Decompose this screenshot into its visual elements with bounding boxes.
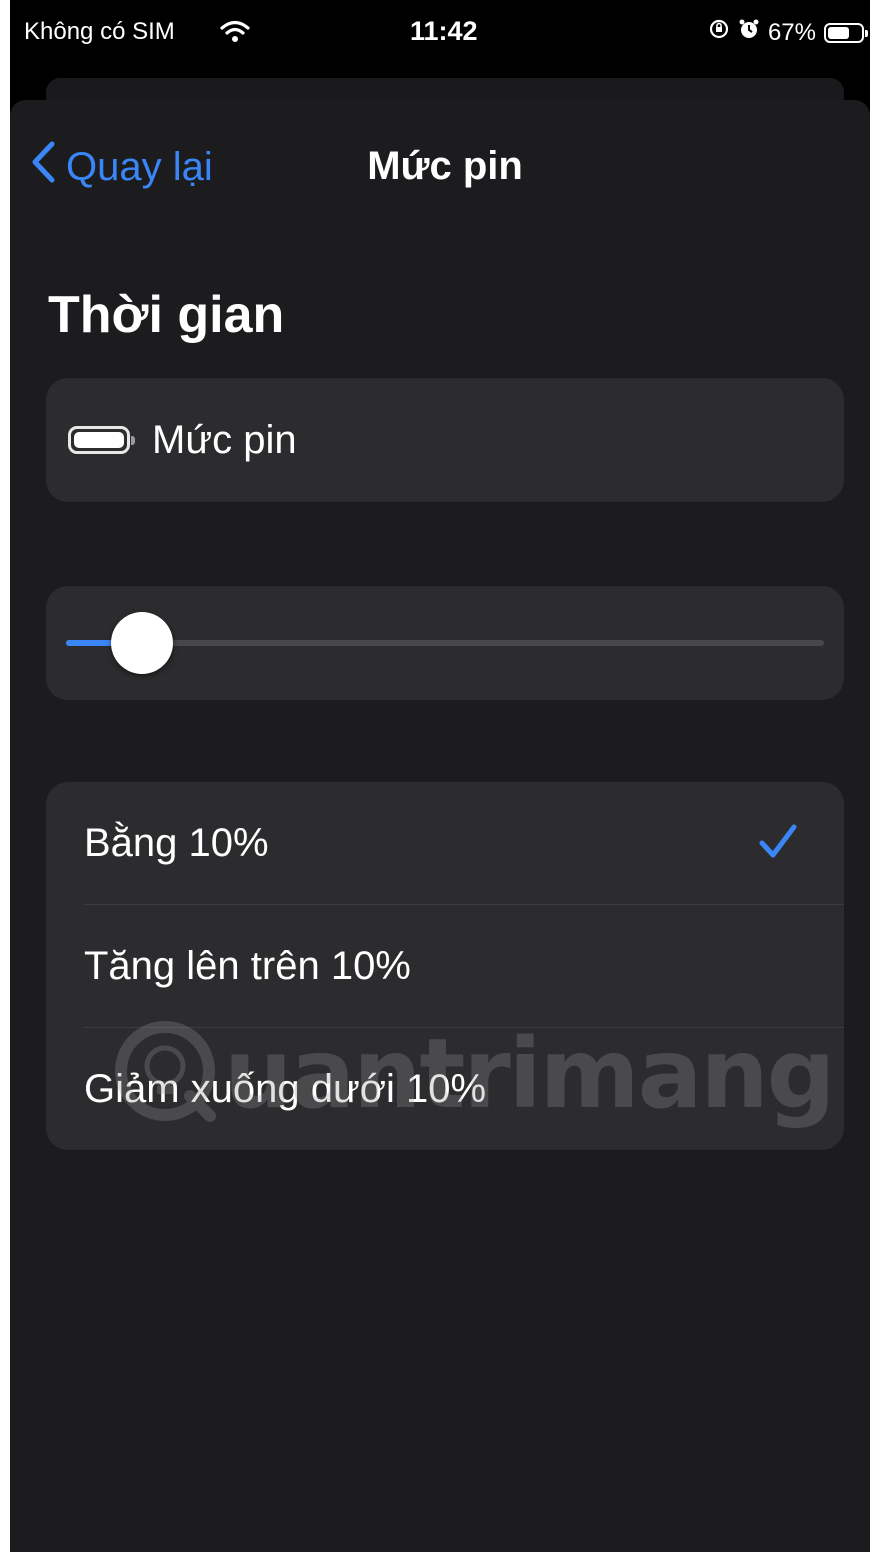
option-label: Tăng lên trên 10% xyxy=(84,943,411,988)
status-bar: Không có SIM 11:42 67% xyxy=(10,0,870,70)
modal-sheet: Quay lại Mức pin Thời gian Mức pin Bằng xyxy=(10,100,870,1552)
option-equal[interactable]: Bằng 10% xyxy=(46,782,844,904)
nav-title: Mức pin xyxy=(367,144,523,188)
battery-percent: 67% xyxy=(767,18,816,46)
carrier-label: Không có SIM xyxy=(24,18,175,45)
alarm-icon xyxy=(738,18,760,47)
option-above[interactable]: Tăng lên trên 10% xyxy=(46,905,844,1027)
battery-level-slider[interactable] xyxy=(66,612,824,674)
option-label: Bằng 10% xyxy=(84,820,269,865)
navigation-bar: Quay lại Mức pin xyxy=(10,100,870,230)
wifi-icon xyxy=(220,20,250,49)
option-below[interactable]: Giảm xuống dưới 10% xyxy=(46,1028,844,1150)
condition-label: Mức pin xyxy=(152,417,297,462)
condition-card: Mức pin xyxy=(46,378,844,502)
checkmark-icon xyxy=(758,822,798,867)
screen: Không có SIM 11:42 67% Quay lại Mức pin … xyxy=(10,0,870,1552)
options-card: Bằng 10% Tăng lên trên 10% Giảm xuống dư… xyxy=(46,782,844,1150)
battery-icon xyxy=(824,22,868,43)
slider-card xyxy=(46,586,844,700)
orientation-lock-icon xyxy=(708,18,730,47)
status-right: 67% xyxy=(708,18,868,47)
option-label: Giảm xuống dưới 10% xyxy=(84,1066,487,1111)
slider-thumb[interactable] xyxy=(111,612,173,674)
clock: 11:42 xyxy=(410,16,478,46)
section-title: Thời gian xyxy=(48,286,285,344)
condition-row: Mức pin xyxy=(68,378,297,502)
battery-icon xyxy=(68,426,135,454)
